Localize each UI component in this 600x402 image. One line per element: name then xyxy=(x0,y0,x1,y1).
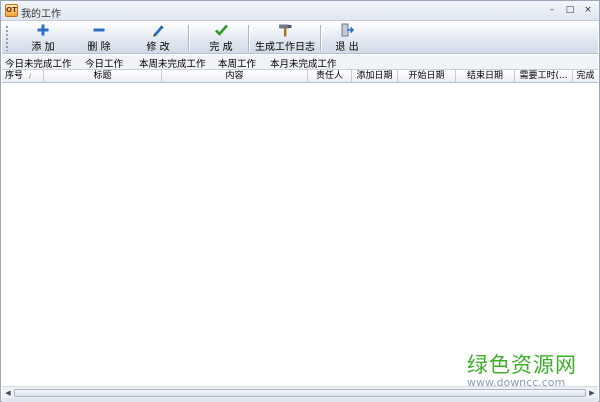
toolbar: 添 加 删 除 修 改 完 成 生成工作日志 退 出 xyxy=(2,22,598,54)
toolbar-separator xyxy=(248,25,250,51)
close-button[interactable]: × xyxy=(581,4,595,17)
toolbar-grip[interactable] xyxy=(5,25,9,51)
add-button[interactable]: 添 加 xyxy=(26,23,60,53)
minimize-button[interactable]: – xyxy=(545,4,559,17)
plus-icon xyxy=(35,23,51,37)
exit-button[interactable]: 退 出 xyxy=(330,23,364,53)
scroll-thumb[interactable] xyxy=(14,389,586,397)
edit-button[interactable]: 修 改 xyxy=(141,23,175,53)
maximize-button[interactable]: □ xyxy=(563,4,577,17)
edit-label: 修 改 xyxy=(146,42,170,53)
column-header-done[interactable]: 完成 xyxy=(573,70,598,83)
filter-tabs: 今日未完成工作 今日工作 本周未完成工作 本周工作 本月未完成工作 xyxy=(2,55,598,70)
column-header-title[interactable]: 标题 xyxy=(44,70,162,83)
generate-log-label: 生成工作日志 xyxy=(255,42,315,53)
column-header-end[interactable]: 结束日期 xyxy=(456,70,515,83)
app-icon: OT xyxy=(5,4,18,17)
sort-indicator-icon: / xyxy=(29,73,32,80)
column-header-owner[interactable]: 责任人 xyxy=(308,70,352,83)
complete-label: 完 成 xyxy=(209,42,233,53)
status-bar xyxy=(2,398,598,402)
tab-today[interactable]: 今日工作 xyxy=(85,56,123,70)
toolbar-separator xyxy=(320,25,322,51)
tab-week[interactable]: 本周工作 xyxy=(218,56,256,70)
checkmark-icon xyxy=(213,23,229,37)
column-header-content[interactable]: 内容 xyxy=(162,70,308,83)
grid-header: 序号 / 标题 内容 责任人 添加日期 开始日期 结束日期 需要工时(... 完成 xyxy=(2,69,598,83)
tab-week-unfinished[interactable]: 本周未完成工作 xyxy=(139,56,206,70)
exit-label: 退 出 xyxy=(335,42,359,53)
column-header-index[interactable]: 序号 / xyxy=(2,70,44,83)
title-bar: OT 我的工作 – □ × xyxy=(1,1,599,21)
column-header-added[interactable]: 添加日期 xyxy=(352,70,398,83)
work-grid[interactable] xyxy=(2,83,598,386)
tab-today-unfinished[interactable]: 今日未完成工作 xyxy=(5,56,72,70)
window-title: 我的工作 xyxy=(21,9,61,20)
column-header-hours[interactable]: 需要工时(... xyxy=(515,70,573,83)
watermark-title: 绿色资源网 xyxy=(467,353,577,377)
minus-icon xyxy=(91,23,107,37)
main-window: OT 我的工作 – □ × 添 加 删 除 修 改 完 成 生成工作日志 退 出… xyxy=(0,0,600,402)
tab-month-unfinished[interactable]: 本月未完成工作 xyxy=(270,56,337,70)
toolbar-separator xyxy=(188,25,190,51)
scroll-left-icon[interactable]: ◀ xyxy=(3,388,13,398)
column-header-start[interactable]: 开始日期 xyxy=(398,70,456,83)
complete-button[interactable]: 完 成 xyxy=(204,23,238,53)
generate-log-button[interactable]: 生成工作日志 xyxy=(255,23,315,53)
exit-door-icon xyxy=(339,23,355,37)
hammer-icon xyxy=(277,23,293,37)
horizontal-scrollbar[interactable]: ◀ ▶ xyxy=(2,386,598,398)
scroll-right-icon[interactable]: ▶ xyxy=(587,388,597,398)
delete-label: 删 除 xyxy=(87,42,111,53)
delete-button[interactable]: 删 除 xyxy=(82,23,116,53)
window-controls: – □ × xyxy=(545,4,595,17)
add-label: 添 加 xyxy=(31,42,55,53)
pencil-icon xyxy=(150,23,166,37)
